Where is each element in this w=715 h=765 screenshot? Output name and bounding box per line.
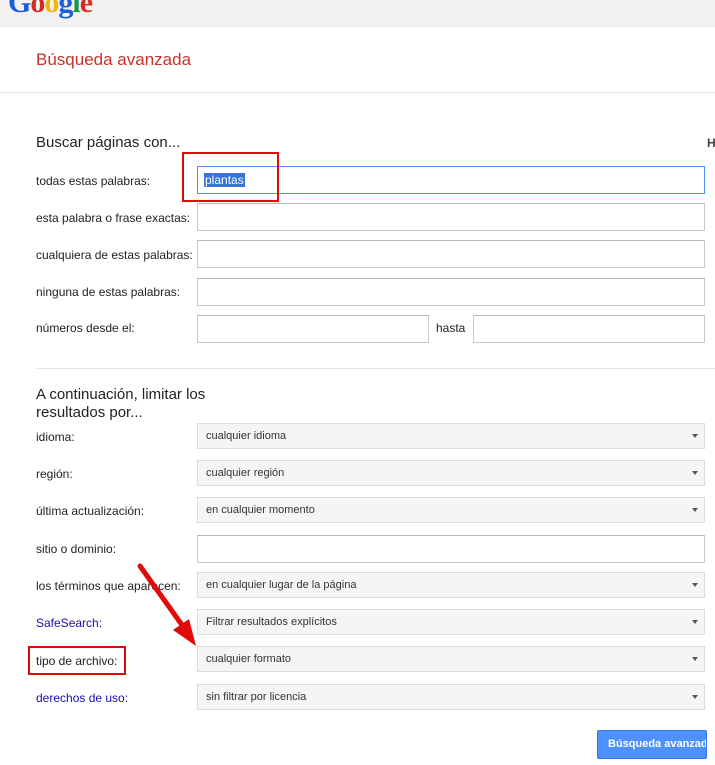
dropdown-arrow-icon [692, 434, 698, 438]
file-type-value: cualquier formato [206, 653, 291, 665]
numbers-from-input[interactable] [197, 315, 429, 343]
none-words-input[interactable] [197, 278, 705, 306]
terms-appear-select[interactable]: en cualquier lugar de la página [197, 572, 705, 598]
dropdown-arrow-icon [692, 508, 698, 512]
annotation-box-all-words [182, 152, 279, 202]
annotation-box-file-type [28, 646, 126, 675]
clipped-edge-text: H [707, 136, 715, 150]
none-words-label: ninguna de estas palabras: [36, 285, 181, 299]
top-bar: Google [0, 0, 715, 27]
last-update-value: en cualquier momento [206, 504, 315, 516]
language-value: cualquier idioma [206, 430, 287, 442]
all-words-label: todas estas palabras: [36, 174, 151, 188]
terms-appear-value: en cualquier lugar de la página [206, 579, 357, 591]
last-update-label: última actualización: [36, 504, 145, 518]
usage-rights-value: sin filtrar por licencia [206, 691, 307, 703]
dropdown-arrow-icon [692, 695, 698, 699]
dropdown-arrow-icon [692, 583, 698, 587]
any-words-input[interactable] [197, 240, 705, 268]
exact-phrase-label: esta palabra o frase exactas: [36, 211, 191, 225]
usage-rights-select[interactable]: sin filtrar por licencia [197, 684, 705, 710]
any-words-label: cualquiera de estas palabras: [36, 248, 193, 262]
language-label: idioma: [36, 430, 75, 444]
advanced-search-button[interactable]: Búsqueda avanzada [597, 730, 707, 759]
dropdown-arrow-icon [692, 471, 698, 475]
language-select[interactable]: cualquier idioma [197, 423, 705, 449]
region-label: región: [36, 467, 73, 481]
last-update-select[interactable]: en cualquier momento [197, 497, 705, 523]
section-title-line-2: resultados por... [36, 404, 143, 421]
dropdown-arrow-icon [692, 620, 698, 624]
section-title-line-1: A continuación, limitar los [36, 386, 206, 403]
safesearch-link[interactable]: SafeSearch: [36, 616, 102, 630]
page-title: Búsqueda avanzada [36, 50, 192, 69]
divider [0, 92, 715, 93]
terms-appear-label: los términos que aparecen: [36, 579, 181, 593]
site-label: sitio o dominio: [36, 542, 117, 556]
numbers-to-label: hasta [436, 321, 466, 335]
safesearch-select[interactable]: Filtrar resultados explícitos [197, 609, 705, 635]
section-title-limit: A continuación, limitar los resultados p… [36, 386, 205, 422]
divider [36, 368, 715, 369]
numbers-from-label: números desde el: [36, 321, 135, 335]
google-logo[interactable]: Google [8, 0, 93, 20]
safesearch-value: Filtrar resultados explícitos [206, 616, 337, 628]
region-value: cualquier región [206, 467, 285, 479]
numbers-to-input[interactable] [473, 315, 705, 343]
file-type-select[interactable]: cualquier formato [197, 646, 705, 672]
dropdown-arrow-icon [692, 657, 698, 661]
region-select[interactable]: cualquier región [197, 460, 705, 486]
exact-phrase-input[interactable] [197, 203, 705, 231]
section-title-find-pages: Buscar páginas con... [36, 134, 181, 151]
usage-rights-link[interactable]: derechos de uso: [36, 691, 128, 705]
site-input[interactable] [197, 535, 705, 563]
